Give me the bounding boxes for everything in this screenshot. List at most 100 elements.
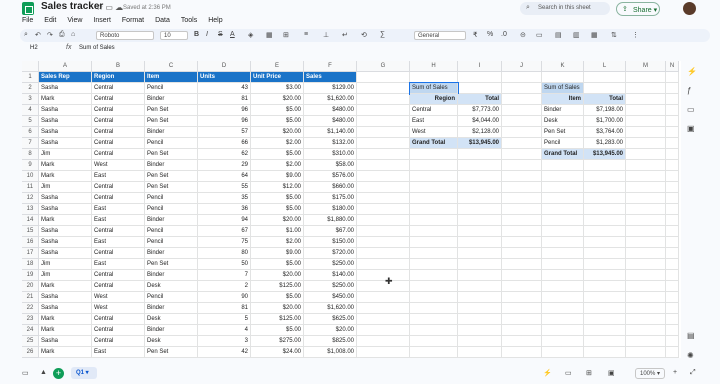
table-cell[interactable]: Sasha — [39, 336, 92, 347]
row-header-7[interactable]: 7 — [22, 138, 39, 149]
table-cell[interactable]: 29 — [198, 160, 251, 171]
currency-icon[interactable]: ₹ — [473, 31, 477, 39]
sheets-logo-icon[interactable] — [22, 2, 34, 15]
cell[interactable] — [584, 182, 626, 193]
table-cell[interactable]: $5.00 — [251, 193, 304, 204]
table-cell[interactable]: Sasha — [39, 248, 92, 259]
cell[interactable] — [458, 182, 502, 193]
table-cell[interactable]: $450.00 — [304, 292, 357, 303]
table-cell[interactable]: East — [92, 259, 145, 270]
cell[interactable] — [584, 314, 626, 325]
table-cell[interactable]: Pen Set — [145, 171, 198, 182]
table-header[interactable]: Sales — [304, 72, 357, 83]
cell[interactable] — [542, 193, 584, 204]
cell[interactable] — [458, 248, 502, 259]
cell[interactable] — [458, 259, 502, 270]
cell[interactable] — [458, 83, 502, 94]
link-icon[interactable]: ⊝ — [520, 31, 526, 39]
cell[interactable] — [584, 193, 626, 204]
explore-bottom-icon[interactable]: ⚡ — [543, 369, 552, 377]
decimal-icon[interactable]: .0 — [501, 31, 507, 38]
functions-panel-icon[interactable]: ƒ — [687, 86, 691, 95]
cell[interactable] — [458, 314, 502, 325]
table-cell[interactable]: 81 — [198, 94, 251, 105]
chart-icon[interactable]: ▤ — [555, 31, 562, 39]
cell[interactable] — [542, 281, 584, 292]
table-cell[interactable]: $20.00 — [251, 303, 304, 314]
print-icon[interactable]: ⎙ — [59, 31, 65, 39]
table-cell[interactable]: Central — [92, 94, 145, 105]
align-icon[interactable]: ≡ — [304, 31, 308, 38]
cell[interactable] — [666, 127, 679, 138]
cell[interactable] — [502, 149, 542, 160]
table-cell[interactable]: $129.00 — [304, 83, 357, 94]
document-title[interactable]: Sales tracker — [41, 1, 103, 12]
redo-icon[interactable]: ↷ — [47, 31, 53, 39]
cell[interactable] — [502, 248, 542, 259]
pivot-value-header[interactable]: Total — [584, 94, 626, 105]
table-header[interactable]: Item — [145, 72, 198, 83]
cell[interactable] — [502, 314, 542, 325]
cell[interactable] — [410, 303, 458, 314]
column-header-h[interactable]: H — [410, 61, 458, 72]
row-header-16[interactable]: 16 — [22, 237, 39, 248]
table-cell[interactable]: Central — [92, 127, 145, 138]
cell[interactable] — [357, 259, 410, 270]
cell[interactable] — [410, 248, 458, 259]
table-cell[interactable]: 3 — [198, 336, 251, 347]
cell[interactable] — [357, 149, 410, 160]
table-cell[interactable]: Pencil — [145, 204, 198, 215]
fill-color-icon[interactable]: ◈ — [248, 31, 253, 39]
table-cell[interactable]: $20.00 — [251, 127, 304, 138]
table-cell[interactable]: East — [92, 171, 145, 182]
row-header-18[interactable]: 18 — [22, 259, 39, 270]
cell[interactable] — [542, 248, 584, 259]
cell[interactable] — [666, 149, 679, 160]
cell[interactable] — [502, 83, 542, 94]
table-cell[interactable]: Desk — [145, 314, 198, 325]
column-header-n[interactable]: N — [666, 61, 679, 72]
cell[interactable] — [458, 160, 502, 171]
table-cell[interactable]: Sasha — [39, 204, 92, 215]
table-cell[interactable]: $250.00 — [304, 281, 357, 292]
table-cell[interactable]: 80 — [198, 248, 251, 259]
cell[interactable] — [584, 347, 626, 358]
keyboard-icon[interactable]: ▭ — [565, 369, 572, 377]
cell[interactable] — [357, 83, 410, 94]
italic-button[interactable]: I — [206, 31, 208, 38]
cell[interactable] — [626, 204, 666, 215]
cell[interactable] — [502, 270, 542, 281]
pivot-row-value[interactable]: $2,128.00 — [458, 127, 502, 138]
row-header-19[interactable]: 19 — [22, 270, 39, 281]
pivot-grand-total-label[interactable]: Grand Total — [410, 138, 458, 149]
fullscreen-icon[interactable]: ⤢ — [690, 369, 696, 377]
cell[interactable] — [410, 237, 458, 248]
cell[interactable] — [626, 314, 666, 325]
row-header-4[interactable]: 4 — [22, 105, 39, 116]
table-cell[interactable]: Central — [92, 105, 145, 116]
cell[interactable] — [584, 248, 626, 259]
table-cell[interactable]: Binder — [145, 215, 198, 226]
table-cell[interactable]: Pen Set — [145, 259, 198, 270]
cell[interactable] — [357, 116, 410, 127]
cell[interactable] — [357, 105, 410, 116]
sheet-settings-icon[interactable]: ▤ — [687, 331, 695, 340]
cell[interactable] — [584, 336, 626, 347]
table-cell[interactable]: Central — [92, 182, 145, 193]
table-cell[interactable]: Desk — [145, 281, 198, 292]
pivot-row-label[interactable]: West — [410, 127, 458, 138]
calendar-panel-icon[interactable]: ▣ — [687, 124, 695, 133]
cell[interactable] — [584, 325, 626, 336]
table-cell[interactable]: Mark — [39, 281, 92, 292]
table-cell[interactable]: Pen Set — [145, 105, 198, 116]
name-box[interactable]: H2 — [30, 45, 38, 51]
cell[interactable] — [357, 347, 410, 358]
table-cell[interactable]: Mark — [39, 314, 92, 325]
table-cell[interactable]: 7 — [198, 270, 251, 281]
table-cell[interactable]: Pencil — [145, 138, 198, 149]
row-header-6[interactable]: 6 — [22, 127, 39, 138]
table-cell[interactable]: 75 — [198, 237, 251, 248]
cell[interactable] — [458, 336, 502, 347]
table-cell[interactable]: Pen Set — [145, 149, 198, 160]
cell[interactable] — [410, 72, 458, 83]
